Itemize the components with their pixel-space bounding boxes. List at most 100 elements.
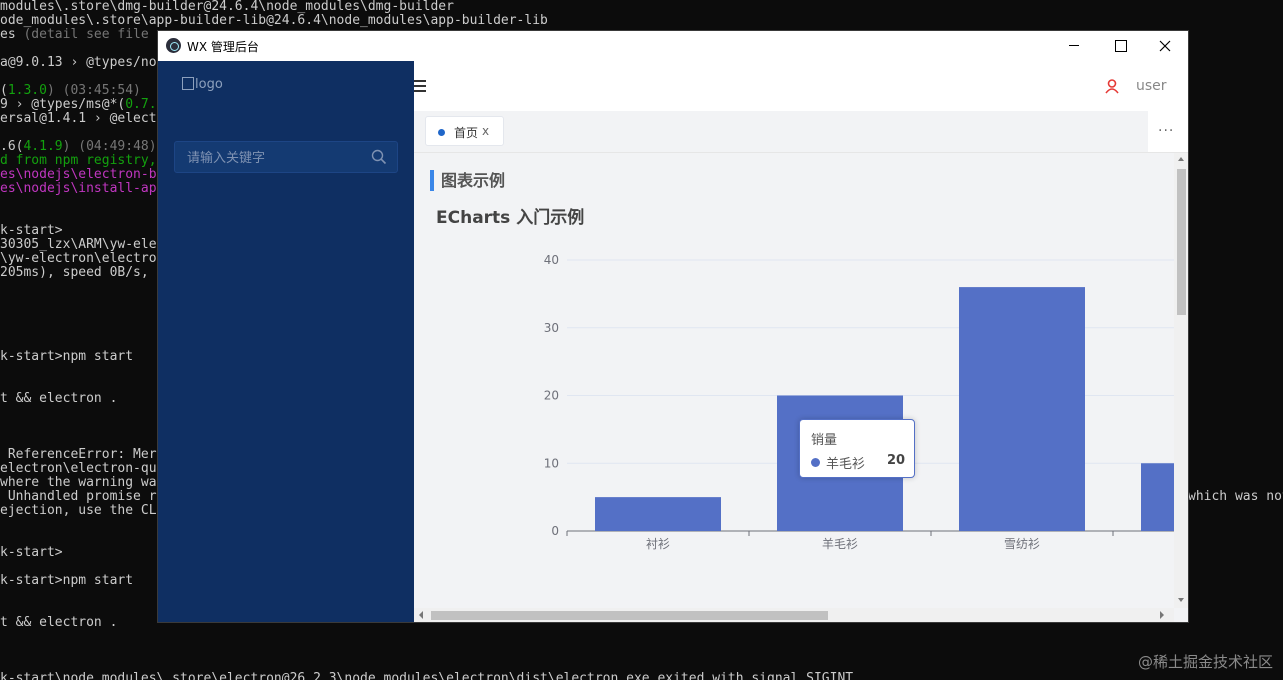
x-tick-label: 羊毛衫 — [822, 536, 858, 551]
terminal-text: \yw-electron\electro — [0, 251, 157, 266]
vertical-scrollbar[interactable] — [1174, 153, 1188, 608]
terminal-text: electron\electron-qu — [0, 461, 157, 476]
terminal-text: k-start\node_modules\.store\electron@26.… — [0, 671, 854, 680]
terminal-text: ersal@1.4.1 › @elect — [0, 111, 157, 126]
horizontal-scroll-thumb[interactable] — [431, 611, 828, 620]
terminal-text: modules\.store\dmg-builder@24.6.4\node_m… — [0, 0, 454, 14]
terminal-line: Unhandled promise r — [0, 490, 157, 504]
y-tick-label: 40 — [544, 253, 559, 267]
terminal-line: 9 › @types/ms@*(0.7. — [0, 98, 157, 112]
tags-track — [414, 111, 1148, 152]
x-tick-label: 雪纺衫 — [1004, 537, 1040, 551]
tab-close-icon[interactable]: x — [482, 124, 489, 138]
terminal-text: k-start> — [0, 223, 63, 238]
vertical-scroll-thumb[interactable] — [1177, 169, 1186, 315]
scroll-up-icon[interactable] — [1178, 157, 1184, 161]
minimize-button[interactable] — [1051, 31, 1097, 61]
scroll-down-icon[interactable] — [1178, 598, 1184, 602]
terminal-line: \yw-electron\electro — [0, 252, 157, 266]
terminal-line: (1.3.0) (03:45:54) — [0, 84, 141, 98]
terminal-line: k-start>npm start — [0, 574, 133, 588]
tags-bar: 首页 x ··· — [414, 111, 1188, 153]
maximize-button[interactable] — [1097, 31, 1143, 61]
terminal-text: (detail see file — [23, 27, 149, 42]
terminal-line: ode_modules\.store\app-builder-lib@24.6.… — [0, 14, 548, 28]
tab-home[interactable]: 首页 x — [425, 116, 504, 146]
search-input[interactable] — [187, 149, 367, 167]
bar-chart[interactable]: 010203040衬衫 羊毛衫 雪纺衫 — [414, 153, 1174, 608]
broken-image-icon — [182, 77, 194, 90]
terminal-text: ejection, use the CL — [0, 503, 157, 518]
terminal-text: ReferenceError: Mer — [0, 447, 157, 462]
terminal-line: where the warning wa — [0, 476, 157, 490]
tooltip-category: 羊毛衫 — [826, 457, 866, 472]
tooltip-series-name: 销量 — [811, 433, 838, 448]
bar-裤子[interactable] — [1141, 463, 1174, 531]
chart-tooltip: 销量 羊毛衫 20 — [799, 419, 915, 478]
terminal-text: Unhandled promise r — [0, 489, 157, 504]
x-tick-label: 衬衫 — [646, 537, 670, 551]
terminal-line: es\nodejs\install-ap — [0, 182, 157, 196]
terminal-line: ReferenceError: Mer — [0, 448, 157, 462]
terminal-text: a@9.0.13 › @types/no — [0, 55, 157, 70]
terminal-line: a@9.0.13 › @types/no — [0, 56, 157, 70]
tooltip-value: 20 — [887, 453, 906, 468]
user-icon[interactable] — [1105, 79, 1119, 94]
tooltip-marker — [811, 458, 820, 467]
terminal-line: es (detail see file — [0, 28, 149, 42]
title-bar[interactable]: WX 管理后台 — [158, 31, 1188, 61]
terminal-line: .6(4.1.9) (04:49:48) — [0, 140, 157, 154]
terminal-line: 205ms), speed 0B/s, — [0, 266, 149, 280]
terminal-text: 9 › @types/ms@*( — [0, 97, 126, 112]
terminal-text: k-start>npm start — [0, 573, 134, 588]
terminal-text: 0.7. — [125, 97, 157, 112]
user-name[interactable]: user — [1136, 78, 1167, 94]
terminal-text: es — [0, 27, 24, 42]
terminal-line: k-start>npm start — [0, 350, 133, 364]
logo-alt-text: logo — [195, 77, 223, 92]
search-icon[interactable] — [371, 149, 387, 165]
terminal-text: k-start> — [0, 545, 63, 560]
y-tick-label: 0 — [551, 524, 559, 538]
scroll-right-icon[interactable] — [1160, 611, 1164, 619]
bar-衬衫[interactable] — [595, 497, 721, 531]
window-title: WX 管理后台 — [187, 40, 259, 54]
terminal-line: k-start> — [0, 224, 63, 238]
close-button[interactable] — [1142, 31, 1188, 61]
top-header: user — [414, 61, 1188, 111]
terminal-text: k-start>npm start — [0, 349, 134, 364]
more-icon[interactable]: ··· — [1158, 123, 1174, 139]
terminal-line: electron\electron-qu — [0, 462, 157, 476]
y-tick-label: 30 — [544, 321, 559, 335]
logo-image: logo — [182, 77, 223, 92]
menu-toggle-icon[interactable] — [414, 80, 426, 92]
bar-雪纺衫[interactable] — [959, 287, 1085, 531]
terminal-text: ode_modules\.store\app-builder-lib@24.6.… — [0, 13, 548, 28]
main-area: user 首页 x ··· 图表示例 ECharts 入门示例 0 10 20 30 4… — [414, 61, 1188, 622]
y-tick-label: 10 — [544, 456, 559, 470]
terminal-text: ) (03:45:54) — [46, 83, 141, 98]
scroll-left-icon[interactable] — [419, 611, 423, 619]
terminal-text: t && electron . — [0, 615, 118, 630]
terminal-line: t && electron . — [0, 392, 117, 406]
terminal-text: where the warning wa — [0, 475, 157, 490]
sidebar: logo — [158, 61, 414, 622]
horizontal-scrollbar[interactable] — [414, 608, 1174, 622]
terminal-text: 205ms), speed 0B/s, — [0, 265, 149, 280]
terminal-text: 4.1.9 — [23, 139, 63, 154]
terminal-text: 1.3.0 — [7, 83, 47, 98]
terminal-text: d from npm registry, — [0, 153, 157, 168]
terminal-text: es\nodejs\install-ap — [0, 181, 157, 196]
terminal-text: ( — [0, 83, 8, 98]
terminal-line: t && electron . — [0, 616, 117, 630]
terminal-line: es\nodejs\electron-b — [0, 168, 157, 182]
close-icon — [1159, 40, 1171, 52]
terminal-line: k-start> — [0, 546, 63, 560]
terminal-text: t && electron . — [0, 391, 118, 406]
app-window: WX 管理后台 logo user — [158, 31, 1188, 622]
terminal-text: ) (04:49:48) — [62, 139, 157, 154]
terminal-line: ersal@1.4.1 › @elect — [0, 112, 157, 126]
content-panel: 图表示例 ECharts 入门示例 0 10 20 30 40 衬衫 羊毛衫 雪纺衫 销量 羊… — [414, 153, 1174, 608]
terminal-text: es\nodejs\electron-b — [0, 167, 157, 182]
electron-app-icon — [166, 38, 181, 53]
